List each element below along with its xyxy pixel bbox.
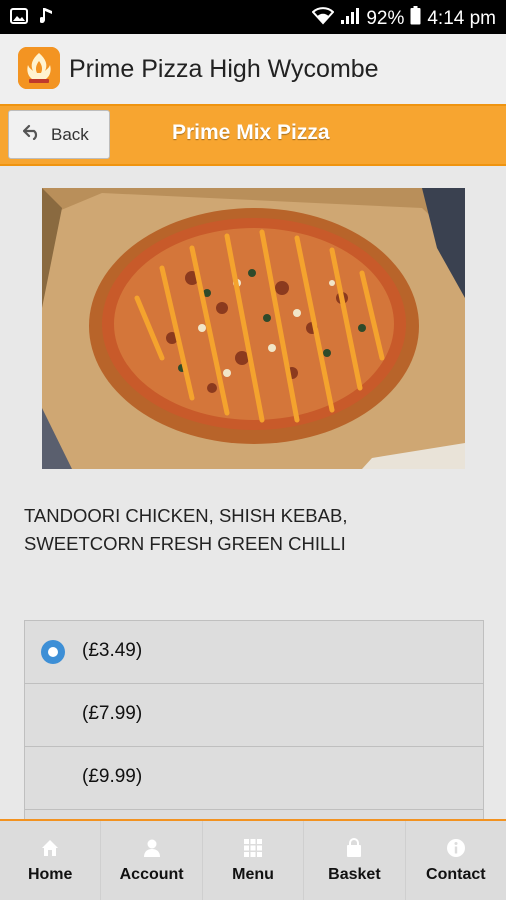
nav-menu-label: Menu xyxy=(232,865,274,883)
nav-menu[interactable]: Menu xyxy=(202,821,305,900)
radio-selected-icon[interactable] xyxy=(41,640,65,664)
nav-home-label: Home xyxy=(27,865,73,883)
app-logo-icon xyxy=(18,47,60,89)
bottom-nav: Home Account Menu Basket Contact xyxy=(0,819,506,900)
pizza-photo xyxy=(42,188,465,469)
nav-account[interactable]: Account xyxy=(101,821,203,900)
nav-account-label: Account xyxy=(119,865,184,883)
status-bar: 92% 4:14 pm xyxy=(0,0,506,34)
wifi-icon xyxy=(311,6,335,31)
page-header: Back Prime Mix Pizza xyxy=(0,104,506,166)
battery-icon xyxy=(410,6,421,31)
back-label: Back xyxy=(51,124,89,144)
price-label: (£9.99) xyxy=(82,766,143,787)
image-icon xyxy=(10,8,28,29)
nav-basket[interactable]: Basket xyxy=(304,821,406,900)
shopping-bag-icon xyxy=(344,837,364,858)
home-icon xyxy=(40,838,60,858)
price-option-3[interactable]: (£9.99) xyxy=(25,747,483,810)
price-option-2[interactable]: (£7.99) xyxy=(25,684,483,747)
music-note-icon xyxy=(39,7,54,30)
app-bar: Prime Pizza High Wycombe xyxy=(0,34,506,105)
price-option-1[interactable]: (£3.49) xyxy=(25,621,483,684)
price-label: (£3.49) xyxy=(82,640,143,661)
app-title: Prime Pizza High Wycombe xyxy=(69,55,379,83)
grid-icon xyxy=(243,838,263,858)
item-description: TANDOORI CHICKEN, SHISH KEBAB, SWEETCORN… xyxy=(24,505,348,554)
nav-basket-label: Basket xyxy=(328,865,381,883)
nav-contact-label: Contact xyxy=(426,865,486,883)
signal-icon xyxy=(340,7,360,31)
back-button[interactable]: Back xyxy=(8,110,110,159)
nav-home[interactable]: Home xyxy=(0,821,102,900)
price-label: (£7.99) xyxy=(82,703,143,724)
user-icon xyxy=(142,838,162,858)
back-arrow-icon xyxy=(22,124,41,145)
battery-percent: 92% xyxy=(366,7,405,29)
clock: 4:14 pm xyxy=(427,7,496,29)
page-title: Prime Mix Pizza xyxy=(172,121,330,144)
nav-contact[interactable]: Contact xyxy=(405,821,506,900)
info-icon xyxy=(446,838,466,858)
